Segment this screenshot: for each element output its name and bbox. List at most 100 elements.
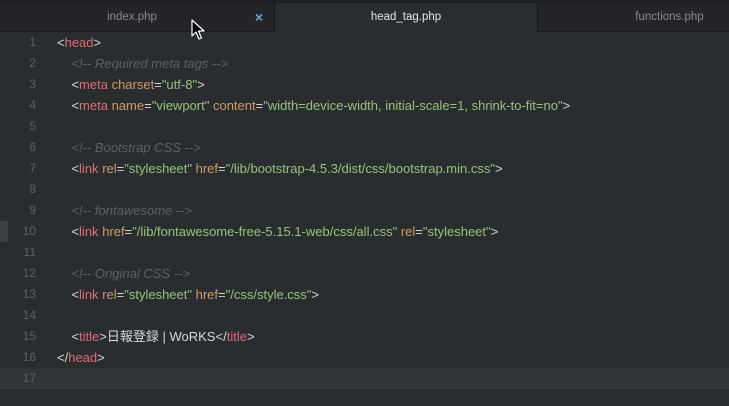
code-token-punc: =	[218, 287, 226, 302]
code-token-str: "/css/style.css"	[225, 287, 312, 302]
code-token-punc: <	[71, 224, 80, 239]
code-line[interactable]: 6 <!-- Bootstrap CSS -->	[0, 137, 729, 158]
code-token-punc: </	[57, 350, 69, 365]
code-token-com: <!-- fontawesome -->	[71, 203, 193, 218]
code-line[interactable]: 10 <link href="/lib/fontawesome-free-5.1…	[0, 221, 729, 242]
code-token-text: 日報登録 | WoRKS	[106, 329, 216, 344]
code-token-punc: <	[71, 287, 80, 302]
code-token-str: "width=device-width, initial-scale=1, sh…	[263, 98, 563, 113]
code-token-attr: rel	[102, 161, 117, 176]
code-token-tag: head	[68, 350, 98, 365]
code-text: <!-- Required meta tags -->	[57, 53, 228, 74]
code-text: <meta charset="utf-8">	[57, 74, 205, 95]
code-line[interactable]: 3 <meta charset="utf-8">	[0, 74, 729, 95]
code-token-attr: href	[102, 224, 125, 239]
code-area[interactable]: 1 <head> 2 <!-- Required meta tags --> 3 <m…	[0, 32, 729, 406]
code-text: </head>	[57, 347, 105, 368]
line-number: 4	[29, 98, 36, 112]
code-token-str: "/lib/fontawesome-free-5.15.1-web/css/al…	[132, 224, 398, 239]
code-token-punc: >	[494, 161, 503, 176]
tab-bar: index.php × head_tag.php functions.php	[0, 0, 729, 32]
close-icon[interactable]: ×	[252, 4, 266, 31]
code-line[interactable]: 5	[0, 116, 729, 137]
code-line[interactable]: 1 <head>	[0, 32, 729, 53]
code-editor-window: index.php × head_tag.php functions.php 1…	[0, 0, 729, 406]
tab-head-tag-php[interactable]: head_tag.php	[275, 3, 538, 32]
code-line[interactable]: 8	[0, 179, 729, 200]
code-token-punc: >	[99, 329, 107, 344]
code-token-punc: <	[71, 329, 80, 344]
code-text: <meta name="viewport" content="width=dev…	[57, 95, 570, 116]
code-line[interactable]: 13 <link rel="stylesheet" href="/css/sty…	[0, 284, 729, 305]
line-number: 3	[29, 77, 36, 91]
code-line[interactable]: 9 <!-- fontawesome -->	[0, 200, 729, 221]
code-token-tag: link	[79, 224, 99, 239]
code-line[interactable]: 14	[0, 305, 729, 326]
code-line[interactable]: 7 <link rel="stylesheet" href="/lib/boot…	[0, 158, 729, 179]
code-token-com: <!-- Original CSS -->	[71, 266, 190, 281]
code-token-punc: >	[562, 98, 571, 113]
code-token-punc: =	[154, 77, 162, 92]
code-line[interactable]: 15 <title>日報登録 | WoRKS</title>	[0, 326, 729, 347]
code-line[interactable]: 12 <!-- Original CSS -->	[0, 263, 729, 284]
code-line[interactable]: 2 <!-- Required meta tags -->	[0, 53, 729, 74]
line-number: 13	[22, 287, 36, 301]
code-token-attr: name	[111, 98, 145, 113]
code-token-com: <!-- Bootstrap CSS -->	[71, 140, 201, 155]
code-token-str: "/lib/bootstrap-4.5.3/dist/css/bootstrap…	[225, 161, 495, 176]
code-token-punc: >	[311, 287, 320, 302]
code-token-attr: charset	[111, 77, 155, 92]
code-token-punc: </	[215, 329, 227, 344]
tab-functions-php[interactable]: functions.php	[538, 4, 729, 31]
code-token-tag: title	[226, 329, 247, 344]
code-line[interactable]: 4 <meta name="viewport" content="width=d…	[0, 95, 729, 116]
code-text: <!-- fontawesome -->	[57, 200, 192, 221]
code-token-tag: meta	[79, 77, 108, 92]
line-number: 16	[22, 350, 36, 364]
tab-index-php[interactable]: index.php ×	[0, 4, 275, 31]
code-text: <title>日報登録 | WoRKS</title>	[57, 326, 255, 347]
mouse-pointer-icon	[191, 19, 205, 40]
code-text: <!-- Bootstrap CSS -->	[57, 137, 201, 158]
code-line[interactable]: 17	[0, 368, 729, 389]
code-token-com: <!-- Required meta tags -->	[71, 56, 229, 71]
code-text: <link rel="stylesheet" href="/lib/bootst…	[57, 158, 503, 179]
line-number: 1	[29, 35, 36, 49]
code-token-punc: =	[218, 161, 226, 176]
code-token-punc: >	[246, 329, 255, 344]
code-token-punc: <	[71, 77, 80, 92]
line-number: 2	[29, 56, 36, 70]
line-number: 6	[29, 140, 36, 154]
code-token-tag: title	[79, 329, 100, 344]
code-line[interactable]: 16 </head>	[0, 347, 729, 368]
line-number: 17	[22, 371, 36, 385]
code-token-punc: <	[71, 161, 80, 176]
code-token-str: "stylesheet"	[124, 161, 192, 176]
code-token-tag: link	[79, 161, 99, 176]
line-number: 5	[29, 119, 36, 133]
code-token-str: "viewport"	[151, 98, 210, 113]
code-token-str: "utf-8"	[161, 77, 198, 92]
code-token-punc: =	[144, 98, 152, 113]
code-token-punc: >	[197, 77, 205, 92]
code-token-attr: href	[195, 287, 219, 302]
code-token-punc: >	[97, 350, 105, 365]
code-line[interactable]: 11	[0, 242, 729, 263]
line-number: 11	[23, 245, 36, 259]
code-token-tag: link	[79, 287, 99, 302]
code-token-str: "stylesheet"	[124, 287, 192, 302]
code-token-attr: rel	[102, 287, 117, 302]
code-token-punc: =	[415, 224, 423, 239]
line-number: 15	[22, 329, 36, 343]
code-text: <link href = "/lib/fontawesome-free-5.15.1…	[57, 221, 498, 242]
code-token-punc: <	[57, 35, 65, 50]
code-token-punc: >	[93, 35, 102, 50]
